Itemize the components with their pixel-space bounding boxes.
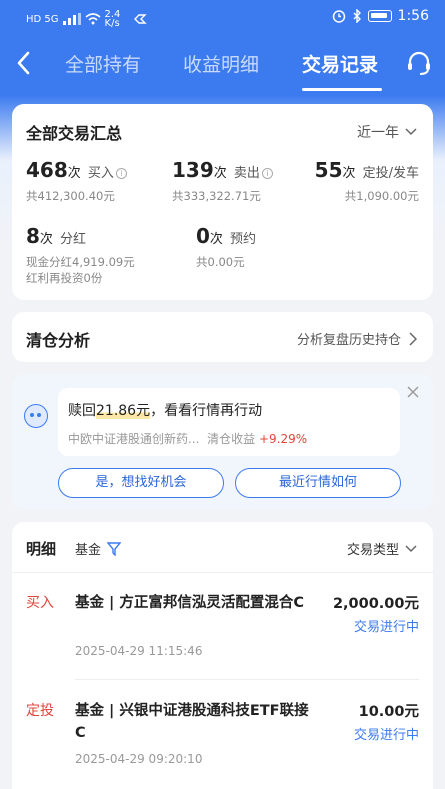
close-icon[interactable] [407, 386, 419, 398]
reservation-total: 共0.00元 [196, 255, 245, 269]
table-row[interactable]: 买入 基金 | 方正富邦信泓灵活配置混合C 2025-04-29 11:15:4… [12, 572, 433, 680]
filter-icon [107, 541, 122, 556]
trade-amount: 2,000.00元 [332, 596, 419, 612]
trade-type-label: 交易类型 [346, 543, 399, 558]
detail-title: 明细 [26, 540, 57, 558]
assistant-avatar-icon [24, 404, 48, 428]
alarm-icon [332, 10, 345, 23]
sip-unit: 次 [342, 166, 356, 181]
trade-tag: 定投 [26, 703, 54, 719]
sip-total: 共1,090.00元 [344, 189, 419, 203]
buy-total: 共412,300.40元 [26, 189, 115, 203]
promo-yield-value: +9.29% [258, 432, 308, 446]
active-tab-indicator [302, 88, 382, 91]
customer-service-icon[interactable] [405, 49, 433, 77]
bluetooth-icon [353, 9, 361, 23]
tab-all-holdings[interactable]: 全部持有 [65, 50, 141, 77]
trade-type-select[interactable]: 交易类型 [347, 539, 417, 558]
promo-bubble[interactable]: 赎回21.86元，看看行情再行动 中欧中证港股通创新药... 清仓收益 +9.2… [58, 388, 400, 456]
app-notification-icon [133, 14, 147, 24]
buy-label: 买入 [87, 166, 114, 181]
chevron-right-icon [409, 331, 417, 346]
stat-buy[interactable]: 468次 买入 i 共412,300.40元 [26, 158, 127, 204]
fund-filter[interactable]: 基金 [75, 539, 122, 558]
promo-suffix: ，看看行情再行动 [150, 403, 263, 419]
chevron-down-icon [405, 544, 417, 552]
dividend-cash: 现金分红4,919.09元 [26, 255, 135, 269]
stat-dividend[interactable]: 8次 分红 现金分红4,919.09元 红利再投资0份 [26, 224, 135, 286]
info-icon[interactable]: i [261, 168, 273, 179]
clear-analysis-link[interactable]: 分析复盘历史持仓 [297, 329, 417, 348]
trade-status: 交易进行中 [353, 728, 419, 743]
stat-sip[interactable]: 55次 定投/发车 共1,090.00元 [315, 158, 419, 204]
detail-card: 明细 基金 交易类型 买入 基金 | 方正富邦信泓灵活配置混合C 2025-04… [12, 522, 433, 789]
trade-time: 2025-04-29 11:15:46 [75, 644, 203, 658]
network-speed: 2.4 K/s [104, 9, 121, 29]
dividend-reinvest: 红利再投资0份 [26, 271, 103, 285]
info-icon[interactable]: i [115, 168, 127, 179]
reservation-unit: 次 [209, 232, 223, 247]
tab-trade-records[interactable]: 交易记录 [302, 50, 378, 77]
sell-total: 共333,322.71元 [172, 189, 261, 203]
wifi-icon [84, 13, 101, 25]
stat-sell[interactable]: 139次 卖出 i 共333,322.71元 [172, 158, 273, 204]
chevron-down-icon [405, 128, 417, 136]
fund-filter-label: 基金 [75, 543, 102, 558]
sip-count: 55 [314, 158, 343, 182]
promo-amount: 21.86元 [96, 403, 151, 419]
sell-unit: 次 [213, 166, 227, 181]
redemption-promo: 赎回21.86元，看看行情再行动 中欧中证港股通创新药... 清仓收益 +9.2… [12, 374, 433, 510]
buy-count: 468 [26, 158, 68, 182]
back-icon[interactable] [12, 48, 36, 78]
trade-amount: 10.00元 [358, 704, 419, 720]
status-bar: HD 5G 2.4 K/s 1:56 [0, 0, 445, 36]
summary-title: 全部交易汇总 [26, 124, 123, 143]
table-row[interactable]: 定投 基金 | 兴银中证港股通科技ETF联接C 2025-04-29 09:20… [12, 680, 433, 788]
network-label: HD 5G [26, 13, 59, 25]
status-right: 1:56 [332, 8, 429, 24]
dividend-label: 分红 [60, 232, 87, 247]
trade-status: 交易进行中 [353, 620, 419, 635]
dividend-count: 8 [26, 224, 40, 248]
sell-count: 139 [172, 158, 214, 182]
clear-analysis-link-text: 分析复盘历史持仓 [296, 333, 401, 348]
promo-yield-label: 清仓收益 [207, 432, 256, 446]
promo-subline: 中欧中证港股通创新药... 清仓收益 +9.29% [68, 430, 307, 447]
tab-income-detail[interactable]: 收益明细 [183, 50, 259, 77]
fund-name: 基金 | 方正富邦信泓灵活配置混合C [75, 595, 305, 611]
buy-unit: 次 [67, 166, 81, 181]
period-label: 近一年 [357, 125, 399, 141]
clock: 1:56 [397, 8, 429, 24]
fund-name: 基金 | 兴银中证港股通科技ETF联接C [75, 703, 309, 741]
status-left: HD 5G 2.4 K/s [26, 9, 147, 29]
battery-icon [367, 10, 392, 22]
clear-analysis-title: 清仓分析 [26, 331, 91, 350]
reservation-label: 预约 [230, 232, 257, 247]
find-opportunity-button[interactable]: 是，想找好机会 [58, 468, 224, 498]
clear-analysis-card[interactable]: 清仓分析 分析复盘历史持仓 [12, 312, 433, 362]
dividend-unit: 次 [39, 232, 53, 247]
stat-reservation[interactable]: 0次 预约 共0.00元 [196, 224, 256, 270]
promo-fund: 中欧中证港股通创新药... [68, 432, 200, 446]
trade-time: 2025-04-29 09:20:10 [75, 752, 203, 766]
reservation-count: 0 [196, 224, 210, 248]
period-select[interactable]: 近一年 [357, 122, 417, 142]
sell-label: 卖出 [233, 166, 260, 181]
promo-headline: 赎回21.86元，看看行情再行动 [68, 400, 262, 420]
trade-summary-card: 全部交易汇总 近一年 468次 买入 i 共412,300.40元 139次 卖出… [12, 104, 433, 300]
market-trend-button[interactable]: 最近行情如何 [235, 468, 401, 498]
promo-prefix: 赎回 [68, 403, 96, 419]
signal-icon [62, 13, 81, 25]
sip-label: 定投/发车 [362, 166, 419, 181]
top-nav: 全部持有 收益明细 交易记录 [0, 40, 445, 91]
trade-tag: 买入 [26, 595, 54, 611]
